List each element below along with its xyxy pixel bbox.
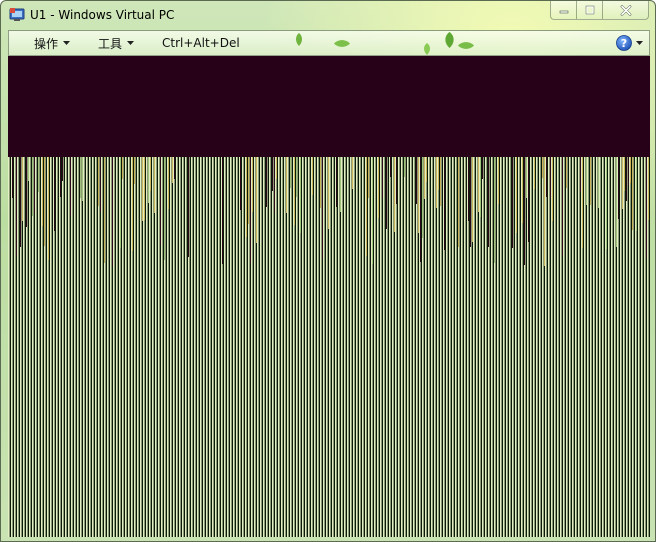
- leaf-decoration-icon: [334, 40, 350, 47]
- leaf-decoration-icon: [424, 43, 430, 55]
- title-bar[interactable]: U1 - Windows Virtual PC: [1, 1, 655, 31]
- window-title: U1 - Windows Virtual PC: [30, 8, 175, 22]
- ctrl-alt-del-label: Ctrl+Alt+Del: [162, 36, 240, 50]
- close-button[interactable]: [603, 1, 649, 20]
- help-icon: ?: [616, 35, 632, 51]
- maximize-button[interactable]: [577, 1, 603, 20]
- caption-buttons: [550, 1, 649, 21]
- svg-text:?: ?: [621, 37, 627, 50]
- leaf-decoration-icon: [458, 42, 474, 49]
- close-icon: [620, 4, 631, 16]
- action-menu-label: 操作: [34, 36, 59, 51]
- chevron-down-icon: [127, 41, 135, 45]
- maximize-icon: [585, 5, 594, 15]
- toolbar: 操作 工具 Ctrl+Alt+Del ?: [8, 30, 650, 56]
- help-button[interactable]: ?: [616, 34, 643, 52]
- ctrl-alt-del-button[interactable]: Ctrl+Alt+Del: [162, 31, 240, 55]
- vm-display[interactable]: [8, 56, 650, 537]
- tools-menu-label: 工具: [98, 36, 123, 51]
- action-menu[interactable]: 操作: [34, 31, 71, 55]
- tools-menu[interactable]: 工具: [98, 31, 135, 55]
- leaf-decoration-icon: [445, 32, 454, 48]
- leaf-decoration-icon: [296, 33, 302, 46]
- chevron-down-icon: [63, 41, 71, 45]
- chevron-down-icon: [636, 41, 643, 45]
- virtual-pc-app-icon[interactable]: [9, 7, 25, 23]
- minimize-button[interactable]: [550, 1, 577, 20]
- vm-screen-glitch-pattern: [8, 157, 650, 537]
- minimize-icon: [559, 10, 568, 14]
- vpc-window: U1 - Windows Virtual PC 操作 工具 Ctrl+Alt+D…: [0, 0, 656, 542]
